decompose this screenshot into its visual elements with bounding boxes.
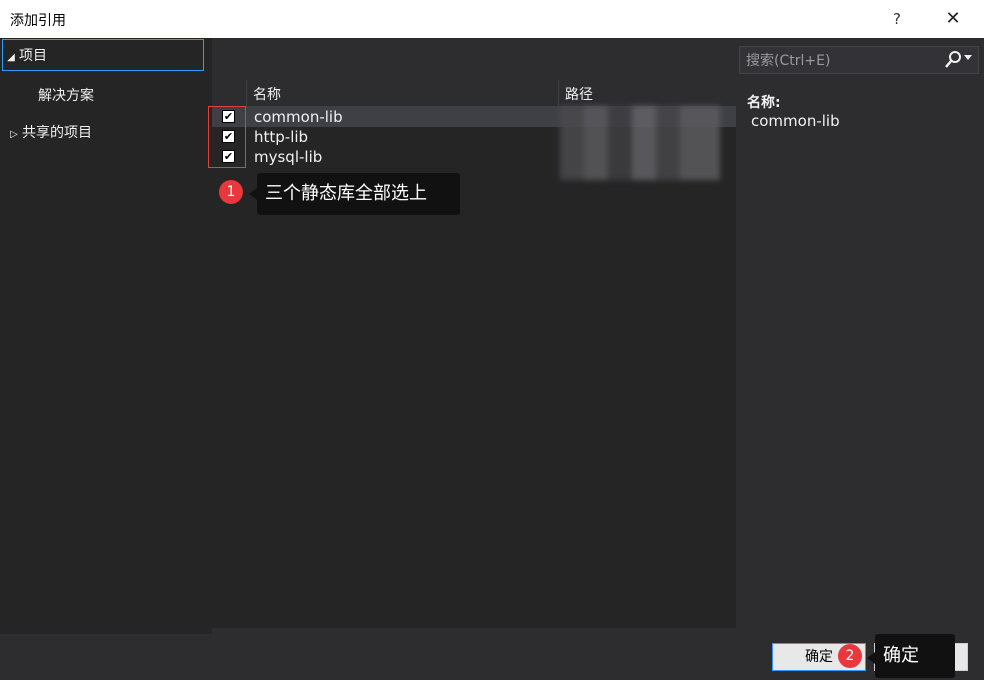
- search-icon[interactable]: [944, 50, 962, 70]
- annotation-callout-1: 三个静态库全部选上: [257, 173, 460, 215]
- nav-item-shared-projects[interactable]: ▷ 共享的项目: [6, 117, 92, 149]
- annotation-highlight-box: [208, 106, 246, 168]
- reference-grid: 名称 路径 ✔ common-lib ✔ http-lib ✔ mysql-li…: [212, 80, 736, 628]
- row-name: http-lib: [254, 128, 309, 146]
- collapsed-triangle-icon[interactable]: ▷: [6, 119, 22, 151]
- annotation-arrow: [249, 188, 257, 200]
- details-name-label: 名称:: [747, 95, 781, 111]
- search-input[interactable]: [744, 50, 938, 72]
- row-name: common-lib: [254, 108, 343, 126]
- grid-header: 名称 路径: [212, 80, 736, 107]
- title-bar: 添加引用 ? ✕: [0, 0, 984, 38]
- left-nav: ◢ 项目 解决方案 ▷ 共享的项目: [0, 38, 212, 634]
- annotation-badge-1: 1: [219, 180, 243, 204]
- nav-item-label: 项目: [19, 48, 47, 64]
- column-header-name[interactable]: 名称: [253, 84, 281, 104]
- column-separator: [558, 80, 559, 106]
- nav-item-solution[interactable]: 解决方案: [38, 80, 94, 112]
- details-name-value: common-lib: [751, 112, 840, 130]
- search-dropdown-arrow-icon[interactable]: [964, 55, 972, 60]
- row-name: mysql-lib: [254, 148, 323, 166]
- close-button[interactable]: ✕: [936, 4, 970, 34]
- nav-item-label: 解决方案: [38, 88, 94, 104]
- annotation-arrow: [867, 652, 875, 664]
- column-header-path[interactable]: 路径: [565, 84, 593, 104]
- search-box[interactable]: [739, 46, 979, 74]
- annotation-callout-2: 确定: [875, 634, 955, 678]
- nav-item-projects[interactable]: ◢ 项目: [2, 39, 204, 71]
- nav-item-label: 共享的项目: [22, 125, 92, 141]
- help-button[interactable]: ?: [883, 4, 911, 34]
- dialog-title: 添加引用: [10, 13, 66, 29]
- annotation-badge-2: 2: [838, 644, 862, 668]
- expanded-triangle-icon[interactable]: ◢: [3, 42, 19, 74]
- blurred-paths: [560, 106, 720, 180]
- column-separator: [246, 80, 247, 106]
